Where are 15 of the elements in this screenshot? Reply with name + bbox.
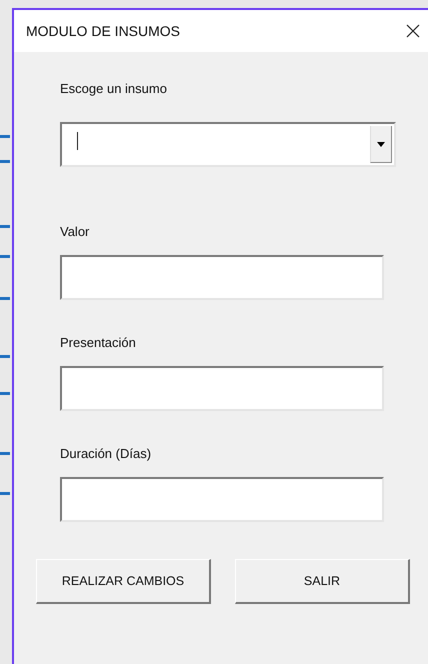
action-button[interactable]: SALIR [235, 559, 410, 604]
field-label: Valor [60, 223, 90, 241]
dropdown-arrow-icon [377, 142, 385, 146]
dropdown-button[interactable] [370, 126, 392, 163]
close-icon[interactable] [406, 24, 420, 38]
action-button[interactable]: REALIZAR CAMBIOS [36, 559, 211, 604]
input-field[interactable] [60, 477, 384, 522]
field-label: Presentación [60, 334, 136, 352]
input-field[interactable] [60, 255, 384, 300]
combo-box[interactable] [60, 122, 396, 167]
input-field[interactable] [60, 366, 384, 411]
text-cursor [77, 132, 78, 150]
window-title: MODULO DE INSUMOS [26, 23, 180, 39]
field-label: Duración (Días) [60, 445, 152, 463]
field-label: Escoge un insumo [60, 80, 167, 98]
